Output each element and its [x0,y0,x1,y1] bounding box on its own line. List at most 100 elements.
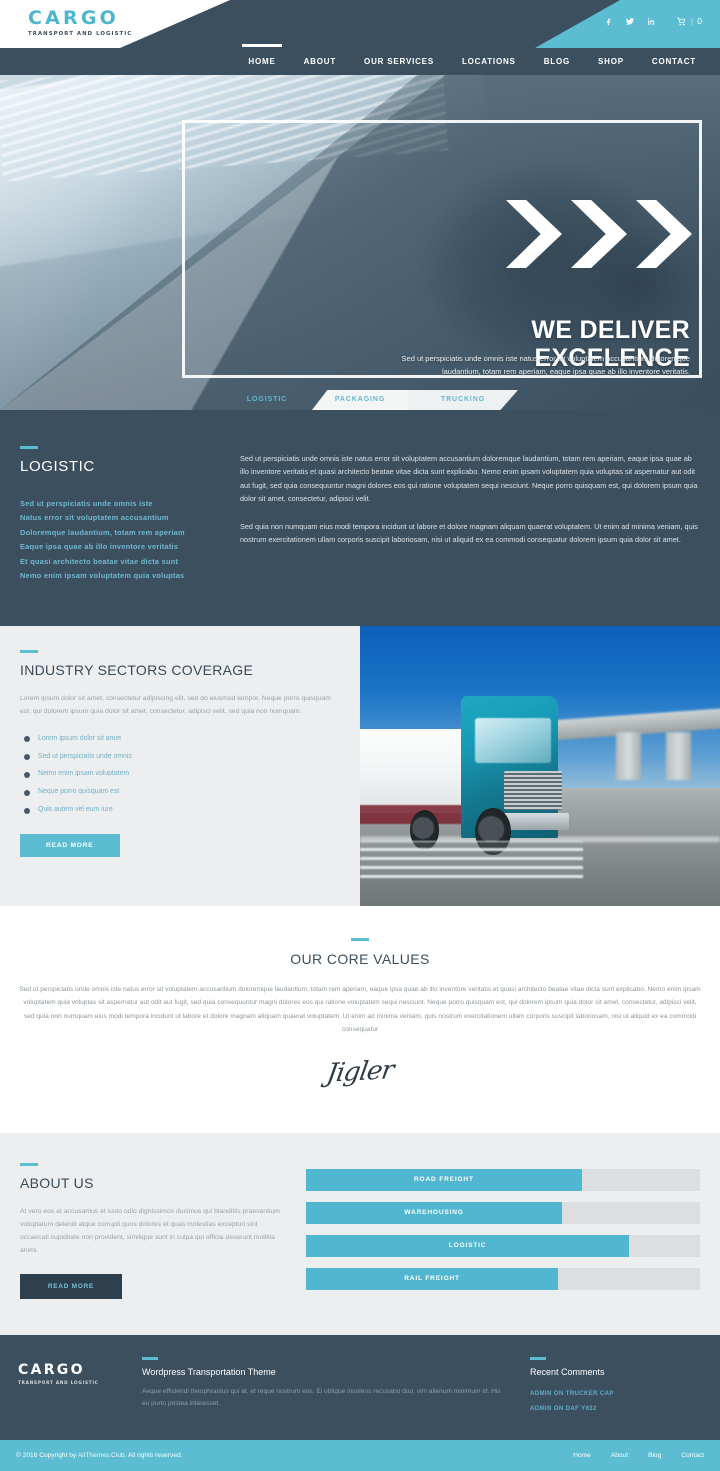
list-item: Et quasi architecto beatae vitae dicta s… [20,556,179,566]
recent-comments-list: ADMIN ON TRUCKER CAP ADMIN ON DAF Y632 [530,1386,702,1416]
facebook-icon[interactable] [604,17,613,26]
nav-item-home[interactable]: HOME [234,44,289,75]
hero-subtitle: Sed ut perspiciatis unde omnis iste natu… [401,354,690,377]
accent-dash [20,1162,38,1166]
copyright-bar: © 2016 Copyright by AitThemes.Club. All … [0,1440,720,1471]
sectors-title: INDUSTRY SECTORS COVERAGE [20,661,254,678]
footer-about-heading: Wordpress Transportation Theme [142,1366,276,1377]
sectors-truck-image [360,625,720,906]
cab-grill [504,771,562,811]
highway-guardrail [360,841,584,878]
list-item[interactable]: Nemo enim ipsam voluptatem [20,766,332,784]
copyright-brand-link[interactable]: AitThemes.Club [78,1452,125,1459]
about-read-more-button[interactable]: READ MORE [20,1273,122,1299]
logistic-title: LOGISTIC [20,458,95,475]
list-item[interactable]: ADMIN ON TRUCKER CAP [530,1386,702,1401]
accent-dash [20,649,38,653]
progress-bar-logistic: LOGISTIC [306,1234,700,1257]
progress-bar-fill: WAREHOUSING [306,1201,563,1224]
progress-bar-warehousing: WAREHOUSING [306,1201,700,1224]
footer-link-about[interactable]: About [611,1452,628,1459]
accent-dash [530,1356,546,1360]
list-item[interactable]: Sed ut perspiciatis unde omnis [20,748,332,766]
progress-bar-label: LOGISTIC [448,1242,487,1250]
sectors-read-more-button[interactable]: READ MORE [20,833,120,857]
list-item: Sed ut perspiciatis unde omnis iste [20,499,153,508]
copyright-text: © 2016 Copyright by AitThemes.Club. All … [16,1452,183,1459]
nav-item-about[interactable]: ABOUT [290,48,350,75]
accent-dash [20,446,38,449]
list-item: Natus error sit voluptatem accusantium [20,513,169,523]
about-section: ABOUT US At vero eos et accusamus et ius… [0,1132,720,1335]
tab-packaging[interactable]: PACKAGING [312,390,408,410]
list-item[interactable]: Lorem ipsum dolor sit amet [20,730,332,748]
hero-tabs: LOGISTIC PACKAGING TRUCKING [0,390,720,410]
sectors-list: Lorem ipsum dolor sit amet Sed ut perspi… [20,730,332,820]
sectors-text-column: INDUSTRY SECTORS COVERAGE Lorem ipsum do… [0,626,360,906]
cart-icon [677,16,686,25]
tab-logistic[interactable]: LOGISTIC [222,390,312,410]
about-text-column: ABOUT US At vero eos et accusamus et ius… [20,1162,280,1301]
cab-windshield [475,718,551,763]
list-item[interactable]: ADMIN ON DAF Y632 [530,1401,702,1416]
core-values-title: OUR CORE VALUES [290,950,430,967]
progress-bar-label: RAIL FREIGHT [404,1275,460,1283]
footer-link-blog[interactable]: Blog [648,1452,661,1459]
nav-item-contact[interactable]: CONTACT [638,48,710,75]
chevron-right-icon [506,200,562,268]
skill-bars: ROAD FREIGHT WAREHOUSING LOGISTIC RAIL F… [306,1163,700,1301]
progress-bar-fill: LOGISTIC [306,1234,630,1257]
footer-link-home[interactable]: Home [573,1452,591,1459]
cart-button[interactable]: | 0 [676,16,702,26]
site-logo[interactable]: CARGO TRANSPORT AND LOGISTIC [28,7,132,38]
linkedin-icon[interactable] [647,17,656,26]
logistic-paragraph-1: Sed ut perspiciatis unde omnis iste natu… [240,454,698,504]
bridge-pillar [666,732,692,780]
footer-logo[interactable]: CARGO TRANSPORT AND LOGISTIC [18,1357,114,1416]
hero-chevrons [506,200,692,268]
logistic-section: LOGISTIC Sed ut perspiciatis unde omnis … [0,410,720,626]
nav-item-locations[interactable]: LOCATIONS [448,48,530,75]
list-item: Nemo enim ipsam voluptatem quia voluptas [20,571,185,581]
list-item[interactable]: Neque porro quisquam est [20,784,332,802]
tab-trucking[interactable]: TRUCKING [408,390,518,410]
top-bar: CARGO TRANSPORT AND LOGISTIC | 0 [0,0,720,48]
about-paragraph: At vero eos et accusamus et iusto odio d… [20,1207,280,1255]
list-item: Doloremque laudantium, totam rem aperiam [20,527,185,537]
progress-bar-fill: RAIL FREIGHT [306,1267,559,1290]
industry-sectors-section: INDUSTRY SECTORS COVERAGE Lorem ipsum do… [0,625,720,906]
nav-item-blog[interactable]: BLOG [530,48,584,75]
footer-logo-title: CARGO [18,1361,85,1378]
bridge-pillar [615,732,641,780]
copyright-prefix: © 2016 Copyright by [16,1452,78,1460]
progress-bar-label: WAREHOUSING [404,1209,464,1217]
hero-banner: WE DELIVER EXCELENCE Sed ut perspiciatis… [0,75,720,410]
progress-bar-fill: ROAD FREIGHT [306,1168,582,1191]
footer-link-contact[interactable]: Contact [681,1452,704,1459]
chevron-right-icon [571,200,627,268]
logo-title: CARGO [28,7,120,29]
social-links: | 0 [604,16,702,26]
cart-count: 0 [697,16,702,26]
logistic-highlight-list: Sed ut perspiciatis unde omnis iste Natu… [20,497,216,584]
list-item[interactable]: Quis autem vel eum iure [20,802,332,820]
about-title: ABOUT US [20,1174,94,1191]
twitter-icon[interactable] [625,17,635,26]
nav-item-our-services[interactable]: OUR SERVICES [350,48,448,75]
footer-about-text: Aeque efficiendi theophrastus qui at, et… [142,1387,501,1408]
copyright-suffix: . All rights reserved. [124,1452,183,1460]
logistic-right-column: Sed ut perspiciatis unde omnis iste natu… [240,446,700,584]
progress-bar-label: ROAD FREIGHT [414,1176,474,1184]
progress-bar-rail-freight: RAIL FREIGHT [306,1267,700,1290]
nav-list: HOME ABOUT OUR SERVICES LOCATIONS BLOG S… [234,44,710,75]
main-navigation: HOME ABOUT OUR SERVICES LOCATIONS BLOG S… [0,44,720,75]
footer-logo-tagline: TRANSPORT AND LOGISTIC [18,1379,99,1385]
recent-comments-heading: Recent Comments [530,1366,605,1377]
footer-about-widget: Wordpress Transportation Theme Aeque eff… [136,1356,508,1416]
signature: Jigler [324,1054,396,1089]
footer-recent-comments-widget: Recent Comments ADMIN ON TRUCKER CAP ADM… [530,1356,702,1416]
footer-nav-links: Home About Blog Contact [573,1452,704,1459]
nav-item-shop[interactable]: SHOP [584,48,638,75]
logistic-left-column: LOGISTIC Sed ut perspiciatis unde omnis … [20,446,216,584]
list-item: Eaque ipsa quae ab illo inventore verita… [20,542,179,552]
